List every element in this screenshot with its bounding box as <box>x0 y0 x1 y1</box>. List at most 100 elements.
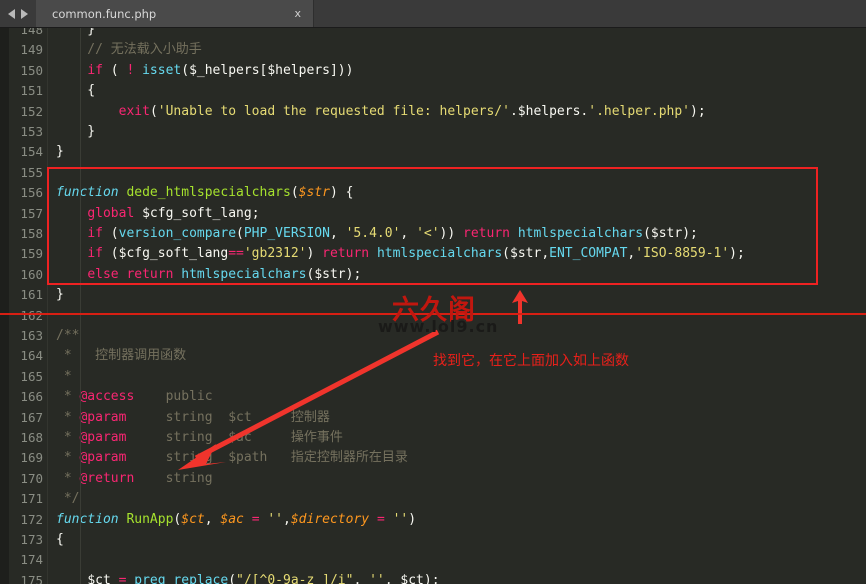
code-token: function <box>56 511 119 527</box>
line-number: 164 <box>20 348 43 364</box>
code-line: 158 if (version_compare(PHP_VERSION, '5.… <box>0 224 866 244</box>
line-content: */ <box>56 489 80 509</box>
code-token: ( <box>149 103 158 119</box>
code-token: $ct <box>400 572 424 584</box>
line-content: } <box>56 285 64 305</box>
line-number: 152 <box>20 103 43 119</box>
code-token: ) <box>306 246 323 262</box>
code-token: 'Unable to load the requested file: help… <box>157 103 510 119</box>
code-token: ( <box>502 246 510 262</box>
code-token: string <box>134 470 213 486</box>
line-number: 154 <box>20 144 43 160</box>
line-content: if ($cfg_soft_lang=='gb2312') return htm… <box>56 244 745 264</box>
callout-text: 找到它，在它上面加入如上函数 <box>433 353 629 369</box>
code-token: else <box>87 266 119 282</box>
code-token: , <box>384 572 401 584</box>
line-content: /** <box>56 326 79 346</box>
code-token: if <box>87 226 103 241</box>
line-content: { <box>56 530 64 550</box>
code-editor[interactable]: 148 } 149 // 无法载入小助手 150 if ( ! isset($_he… <box>0 28 866 584</box>
code-token: ; <box>251 205 260 221</box>
code-token: ( <box>228 572 237 584</box>
code-token: ( <box>102 246 119 262</box>
code-token: = <box>376 511 385 527</box>
code-token: ( <box>102 226 119 241</box>
code-token: = <box>251 511 260 527</box>
tab-nav-arrows[interactable] <box>0 0 36 27</box>
line-number: 148 <box>20 28 43 37</box>
code-token: */ <box>56 491 80 507</box>
tab-bar-empty-area <box>314 0 866 27</box>
code-token: , <box>204 511 221 527</box>
arrow-up-icon <box>512 290 528 324</box>
code-token: * <box>56 409 80 425</box>
tab-common-func-php[interactable]: common.func.php x <box>36 0 314 27</box>
code-line: 172 function RunApp($ct, $ac = '',$direct… <box>0 510 866 530</box>
arrow-right-icon[interactable] <box>21 8 28 19</box>
code-token: ); <box>682 226 698 241</box>
code-token: ( <box>290 185 299 201</box>
code-token: * <box>56 389 80 405</box>
code-token: $ct <box>181 511 205 527</box>
code-token: } <box>56 144 64 160</box>
code-token: htmlspecialchars <box>376 246 503 262</box>
code-token: ); <box>729 246 745 262</box>
code-token: $cfg_soft_lang <box>118 246 229 262</box>
line-number: 158 <box>20 226 43 241</box>
code-token: $helpers <box>267 62 330 78</box>
line-content: else return htmlspecialchars($str); <box>56 265 361 285</box>
code-line: 175 $ct = preg_replace("/[^0-9a-z_]/i", … <box>0 571 866 584</box>
code-token: '' <box>369 572 385 584</box>
line-content: function RunApp($ct, $ac = '',$directory… <box>56 510 416 530</box>
line-number: 168 <box>20 430 43 445</box>
code-line: 152 exit('Unable to load the requested f… <box>0 102 866 122</box>
code-token: * <box>56 368 72 384</box>
code-token: . <box>509 103 518 119</box>
code-token: } <box>56 28 96 37</box>
code-token: , <box>329 226 346 241</box>
code-token: /** <box>56 328 80 343</box>
code-token: "/[^0-9a-z_]/i" <box>236 572 354 584</box>
tab-label: common.func.php <box>52 6 157 21</box>
line-number: 150 <box>20 62 43 78</box>
code-token: '<' <box>416 226 440 241</box>
code-token: // <box>56 42 111 58</box>
code-line: 171 */ <box>0 489 866 509</box>
close-icon[interactable]: x <box>294 7 301 20</box>
code-token: '5.4.0' <box>345 226 401 241</box>
code-token: 'ISO-8859-1' <box>635 246 730 262</box>
code-token: isset <box>142 62 182 78</box>
code-token: dede_htmlspecialchars <box>126 185 291 201</box>
code-token: ) <box>408 511 417 527</box>
line-number: 151 <box>20 83 43 99</box>
line-number: 156 <box>20 185 43 201</box>
line-content: { <box>56 81 95 101</box>
code-token: if <box>87 62 103 78</box>
code-token: * <box>56 450 80 466</box>
code-token: ); <box>345 266 362 282</box>
line-number: 161 <box>20 287 43 303</box>
code-token: , <box>353 572 370 584</box>
code-token: @return <box>79 470 135 486</box>
code-token: PHP_VERSION <box>243 226 330 241</box>
arrow-left-icon[interactable] <box>8 8 15 19</box>
line-number: 173 <box>20 532 43 547</box>
code-token: $str <box>298 185 330 201</box>
line-content: } <box>56 142 64 162</box>
code-token: $helpers <box>517 103 581 119</box>
line-content: exit('Unable to load the requested file:… <box>56 102 706 122</box>
line-number: 170 <box>20 470 43 486</box>
line-content: } <box>56 122 95 142</box>
line-content: } <box>56 28 95 40</box>
code-token: global <box>87 205 135 221</box>
code-token: '' <box>267 511 284 527</box>
code-token: @param <box>79 409 127 425</box>
code-line: 154} <box>0 142 866 162</box>
line-content: global $cfg_soft_lang; <box>56 204 260 224</box>
